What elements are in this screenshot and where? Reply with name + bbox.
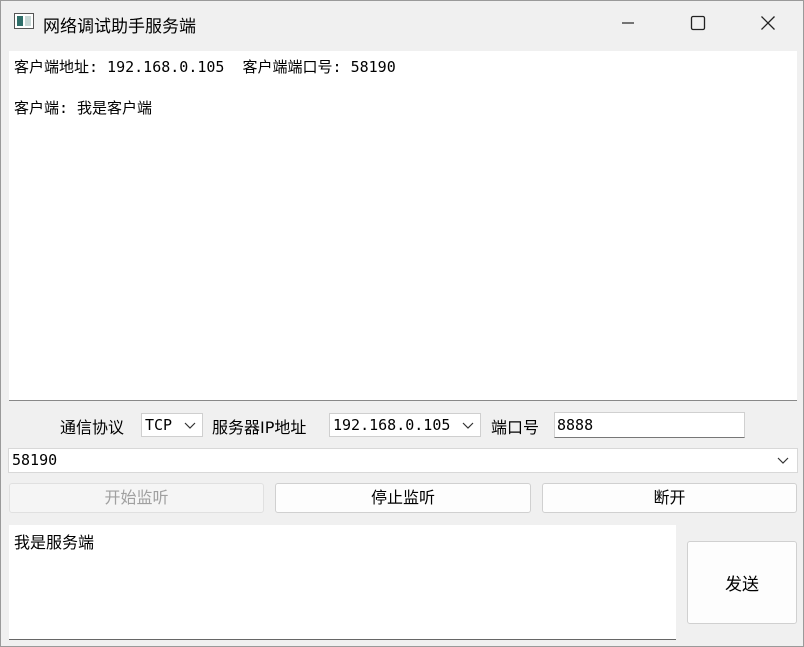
port-input[interactable]: 8888 xyxy=(554,412,745,438)
receive-textarea[interactable]: 客户端地址: 192.168.0.105 客户端端口号: 58190 客户端: … xyxy=(9,51,797,401)
protocol-select[interactable]: TCP xyxy=(141,413,203,437)
protocol-label: 通信协议 xyxy=(60,418,125,437)
app-window: 网络调试助手服务端 客户端地址: 192.168.0.105 客户端端口号: 5… xyxy=(0,0,804,647)
send-button[interactable]: 发送 xyxy=(687,541,797,624)
server-ip-label: 服务器IP地址 xyxy=(212,418,307,437)
server-ip-select[interactable]: 192.168.0.105 xyxy=(329,413,481,437)
chevron-down-icon xyxy=(462,414,474,442)
port-label: 端口号 xyxy=(491,418,540,437)
maximize-icon xyxy=(690,15,706,31)
stop-listen-button[interactable]: 停止监听 xyxy=(275,483,531,513)
minimize-button[interactable] xyxy=(593,1,663,45)
server-ip-value: 192.168.0.105 xyxy=(333,416,451,434)
disconnect-button[interactable]: 断开 xyxy=(542,483,797,513)
start-listen-button[interactable]: 开始监听 xyxy=(9,483,264,513)
client-select-value: 58190 xyxy=(12,451,58,469)
window-title: 网络调试助手服务端 xyxy=(43,17,196,37)
receive-log-line: 客户端: 我是客户端 xyxy=(14,99,153,117)
app-icon xyxy=(14,13,34,29)
chevron-down-icon xyxy=(777,449,789,477)
minimize-icon xyxy=(622,22,634,24)
protocol-value: TCP xyxy=(145,416,173,434)
receive-log-line: 客户端地址: 192.168.0.105 客户端端口号: 58190 xyxy=(14,58,396,76)
close-button[interactable] xyxy=(733,1,803,45)
close-icon xyxy=(761,16,775,30)
send-text: 我是服务端 xyxy=(14,533,95,552)
maximize-button[interactable] xyxy=(663,1,733,45)
client-select[interactable]: 58190 xyxy=(8,448,798,473)
send-textarea[interactable]: 我是服务端 xyxy=(9,525,676,640)
chevron-down-icon xyxy=(184,414,196,442)
title-bar[interactable]: 网络调试助手服务端 xyxy=(1,1,803,45)
